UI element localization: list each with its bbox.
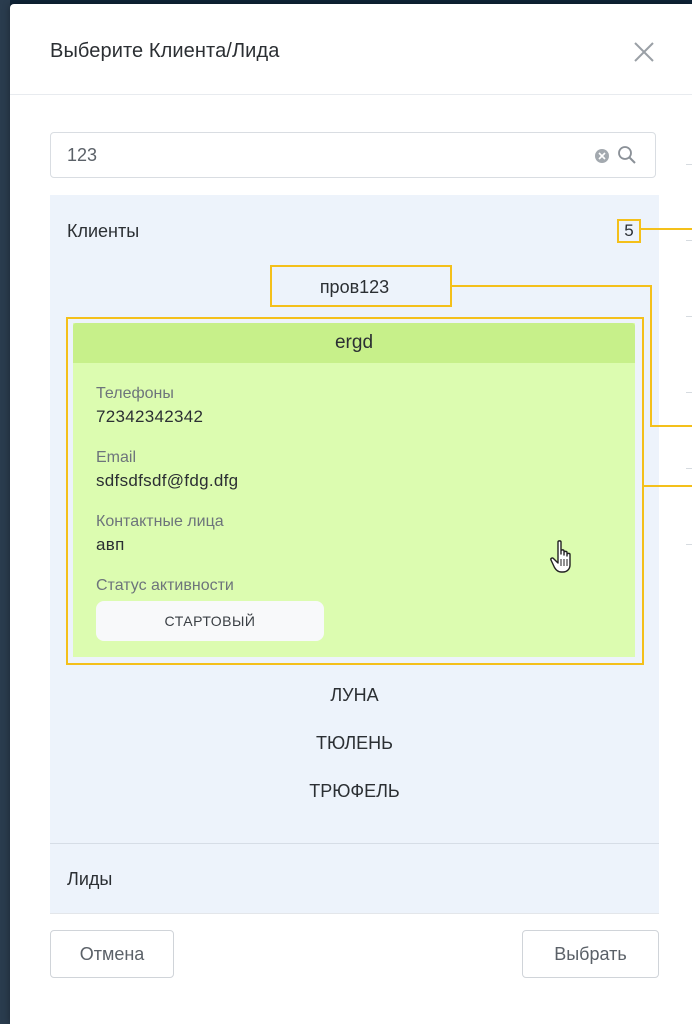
client-item-tyulen[interactable]: ТЮЛЕНЬ [50,733,659,754]
side-tick [686,392,692,393]
side-tick [686,240,692,241]
phones-label: Телефоны [96,385,174,402]
client-card-ergd[interactable]: ergd Телефоны 72342342342 Email sdfsdfsd… [73,323,635,657]
dialog-header: Выберите Клиента/Лида [10,4,692,95]
client-item-prov123[interactable]: пров123 [50,277,659,298]
side-tick [686,544,692,545]
search-input[interactable] [67,143,567,167]
close-icon [634,42,654,62]
select-button[interactable]: Выбрать [522,930,659,978]
search-button[interactable] [617,145,637,165]
callout-line [641,228,692,230]
leads-section-label: Лиды [67,869,113,889]
status-badge[interactable]: СТАРТОВЫЙ [96,601,324,641]
clear-icon [595,149,609,163]
contacts-value: авп [96,535,125,554]
side-tick [686,164,692,165]
client-item-luna[interactable]: ЛУНА [50,685,659,706]
clients-section-header[interactable]: Клиенты 5 [50,195,659,265]
phones-value: 72342342342 [96,407,204,426]
client-item-tryufel[interactable]: ТРЮФЕЛЬ [50,781,659,802]
close-button[interactable] [628,36,660,68]
hand-pointer-icon [549,539,575,575]
callout-line [450,285,650,287]
search-icon [618,146,636,164]
search-field [50,132,656,178]
callout-line [650,425,692,427]
contacts-label: Контактные лица [96,513,224,530]
callout-line [650,285,652,427]
select-client-dialog: Выберите Клиента/Лида 123 Клиенты 5 пров… [10,4,692,1024]
cancel-button[interactable]: Отмена [50,930,174,978]
client-card-name: ergd [73,323,635,363]
clients-section-label: Клиенты [67,221,140,241]
callout-line [642,485,692,487]
status-label: Статус активности [96,577,234,594]
leads-section-header[interactable]: Лиды [50,844,659,913]
side-tick [686,468,692,469]
backdrop-page-edge [0,0,10,1024]
clear-search-button[interactable] [593,147,611,165]
dialog-title: Выберите Клиента/Лида [50,40,280,62]
email-value: sdfsdfsdf@fdg.dfg [96,471,239,490]
side-tick [686,316,692,317]
email-label: Email [96,449,137,466]
results-panel: Клиенты 5 пров123 ergd Телефоны 72342342… [50,195,659,913]
footer-divider [50,913,659,914]
clients-count-badge: 5 [617,219,641,243]
